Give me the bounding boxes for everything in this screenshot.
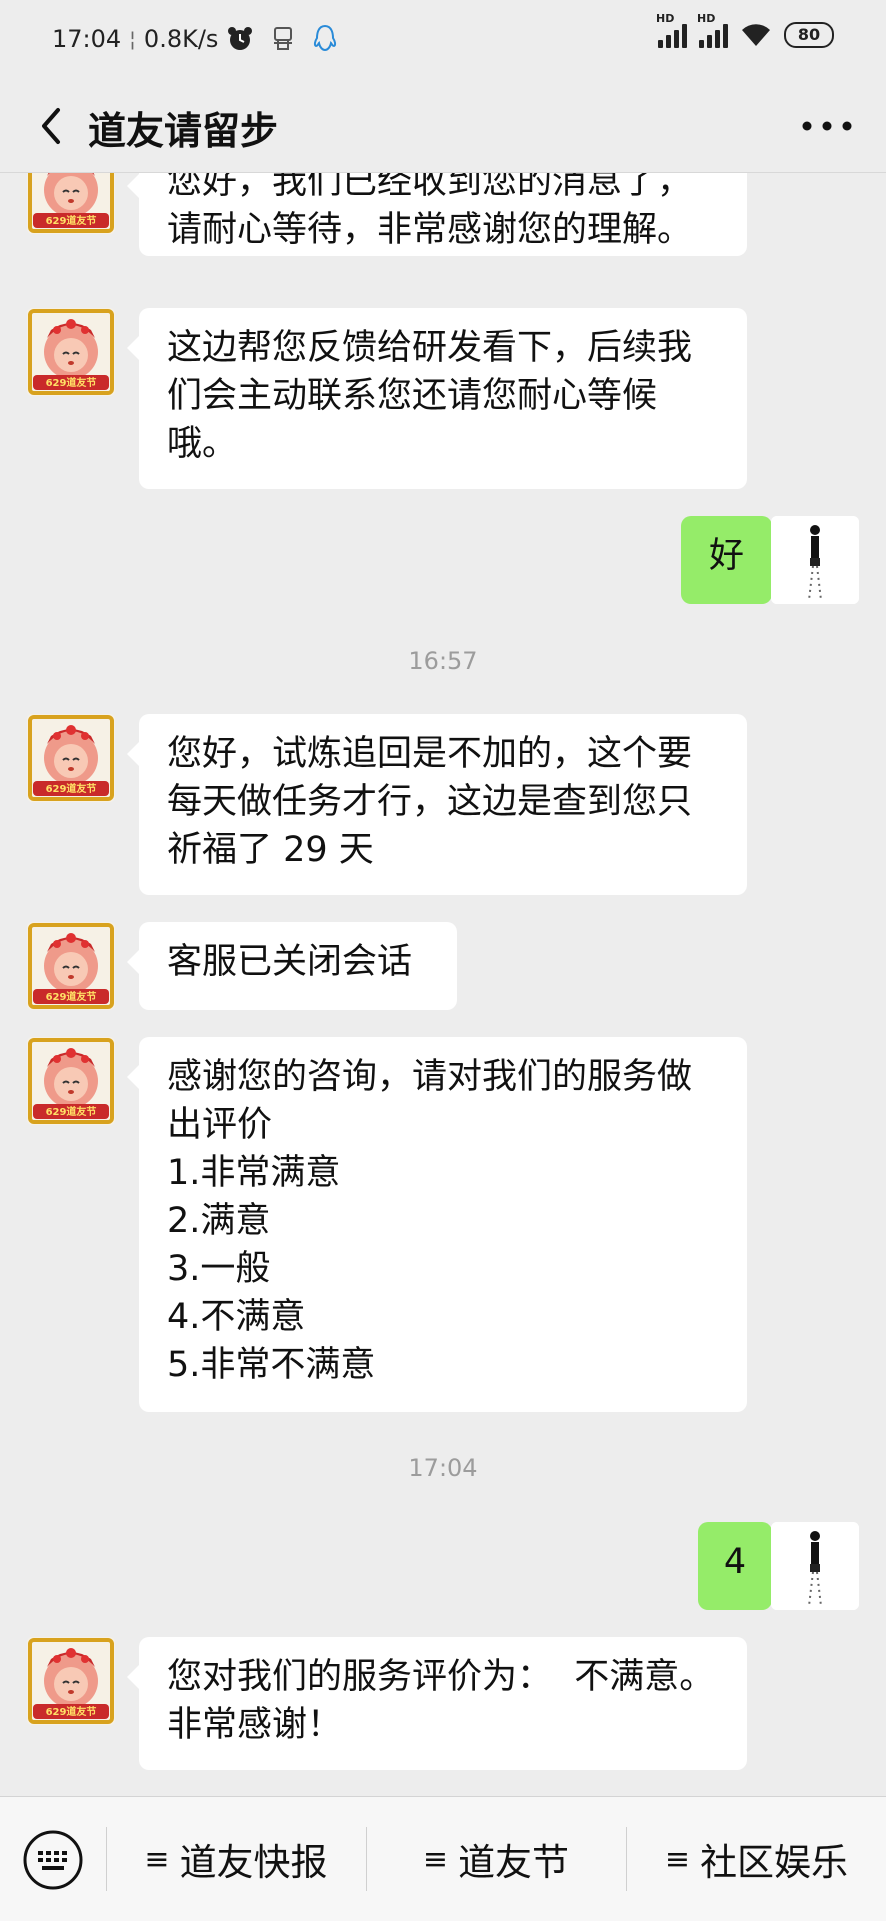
service-avatar[interactable]: 629道友节	[27, 922, 115, 1010]
message-bubble[interactable]: 客服已关闭会话	[127, 922, 457, 1010]
game-character-avatar-image: 629道友节	[27, 1637, 115, 1725]
menu-daoyou-kuaibao[interactable]: ≡ 道友快报	[107, 1797, 365, 1921]
service-avatar[interactable]: 629道友节	[27, 1037, 115, 1125]
svg-text:629道友节: 629道友节	[46, 376, 97, 389]
service-avatar[interactable]: 629道友节	[27, 308, 115, 396]
message-timestamp: 16:57	[408, 647, 478, 675]
message-row: 629道友节 客服已关闭会话	[0, 922, 886, 1012]
message-row: 629道友节 这边帮您反馈给研发看下，后续我们会主动联系您还请您耐心等候哦。	[0, 308, 886, 490]
message-row: 629道友节 您对我们的服务评价为： 不满意。非常感谢！	[0, 1637, 886, 1771]
back-button[interactable]	[24, 98, 80, 154]
chat-title: 道友请留步	[88, 109, 279, 153]
message-row: 629道友节 您好，我们已经收到您的消息了，请耐心等待，非常感谢您的理解。	[0, 173, 886, 266]
svg-text:629道友节: 629道友节	[46, 1105, 97, 1118]
message-bubble[interactable]: 4	[698, 1522, 784, 1610]
signal-icon-2: HD	[697, 12, 728, 48]
menu-label: 道友快报	[179, 1841, 328, 1884]
menu-label: 道友节	[458, 1841, 570, 1884]
bottom-menu-bar: ≡ 道友快报 ≡ 道友节 ≡ 社区娱乐	[0, 1796, 886, 1921]
more-dots-icon	[802, 121, 852, 131]
service-avatar[interactable]: 629道友节	[27, 173, 115, 234]
user-avatar-image	[771, 1522, 859, 1610]
title-bar: 道友请留步	[0, 80, 886, 173]
battery-icon: 80	[784, 22, 834, 48]
message-bubble[interactable]: 您对我们的服务评价为： 不满意。非常感谢！	[127, 1637, 747, 1770]
menu-label: 社区娱乐	[700, 1841, 849, 1884]
network-speed: 0.8K/s	[143, 25, 219, 53]
message-bubble[interactable]: 好	[681, 516, 784, 604]
keyboard-toggle-button[interactable]	[22, 1829, 84, 1891]
svg-text:629道友节: 629道友节	[46, 990, 97, 1003]
message-timestamp: 17:04	[408, 1454, 478, 1482]
hamburger-icon: ≡	[664, 1841, 691, 1877]
signal-icon: HD	[656, 12, 687, 48]
more-options-button[interactable]	[792, 98, 862, 154]
chat-area[interactable]: 629道友节 您好，我们已经收到您的消息了，请耐心等待，非常感谢您的理解。 62…	[0, 173, 886, 1795]
message-row: 629道友节 感谢您的咨询，请对我们的服务做出评价 1.非常满意 2.满意 3.…	[0, 1037, 886, 1413]
game-character-avatar-image: 629道友节	[27, 1037, 115, 1125]
game-character-avatar-image: 629道友节	[27, 308, 115, 396]
message-bubble[interactable]: 这边帮您反馈给研发看下，后续我们会主动联系您还请您耐心等候哦。	[127, 308, 747, 489]
menu-daoyou-jie[interactable]: ≡ 道友节	[367, 1797, 625, 1921]
message-row: 好	[0, 516, 886, 606]
message-bubble[interactable]: 感谢您的咨询，请对我们的服务做出评价 1.非常满意 2.满意 3.一般 4.不满…	[127, 1037, 747, 1412]
menu-shequ-yule[interactable]: ≡ 社区娱乐	[627, 1797, 886, 1921]
message-bubble[interactable]: 您好，试炼追回是不加的，这个要每天做任务才行，这边是查到您只祈福了 29 天	[127, 714, 747, 895]
keyboard-icon	[23, 1830, 83, 1890]
service-avatar[interactable]: 629道友节	[27, 1637, 115, 1725]
alarm-icon	[228, 27, 253, 50]
hamburger-icon: ≡	[422, 1841, 449, 1877]
svg-text:629道友节: 629道友节	[46, 782, 97, 795]
status-bar: 17:04 ¦ 0.8K/s HD HD 80	[0, 0, 886, 80]
message-row: 4	[0, 1522, 886, 1612]
user-avatar-image	[771, 516, 859, 604]
my-avatar[interactable]	[771, 1522, 859, 1610]
status-time: 17:04	[52, 25, 122, 53]
service-avatar[interactable]: 629道友节	[27, 714, 115, 802]
game-character-avatar-image: 629道友节	[27, 922, 115, 1010]
chevron-left-icon	[42, 108, 60, 144]
wifi-icon	[742, 24, 770, 46]
message-row: 629道友节 您好，试炼追回是不加的，这个要每天做任务才行，这边是查到您只祈福了…	[0, 714, 886, 896]
game-character-avatar-image: 629道友节	[27, 173, 115, 234]
game-character-avatar-image: 629道友节	[27, 714, 115, 802]
message-bubble[interactable]: 您好，我们已经收到您的消息了，请耐心等待，非常感谢您的理解。	[127, 173, 747, 256]
my-avatar[interactable]	[771, 516, 859, 604]
qq-penguin-icon	[314, 24, 337, 52]
robot-icon	[274, 27, 293, 50]
svg-text:629道友节: 629道友节	[46, 1705, 97, 1718]
svg-text:629道友节: 629道友节	[46, 214, 97, 227]
hamburger-icon: ≡	[144, 1841, 170, 1877]
